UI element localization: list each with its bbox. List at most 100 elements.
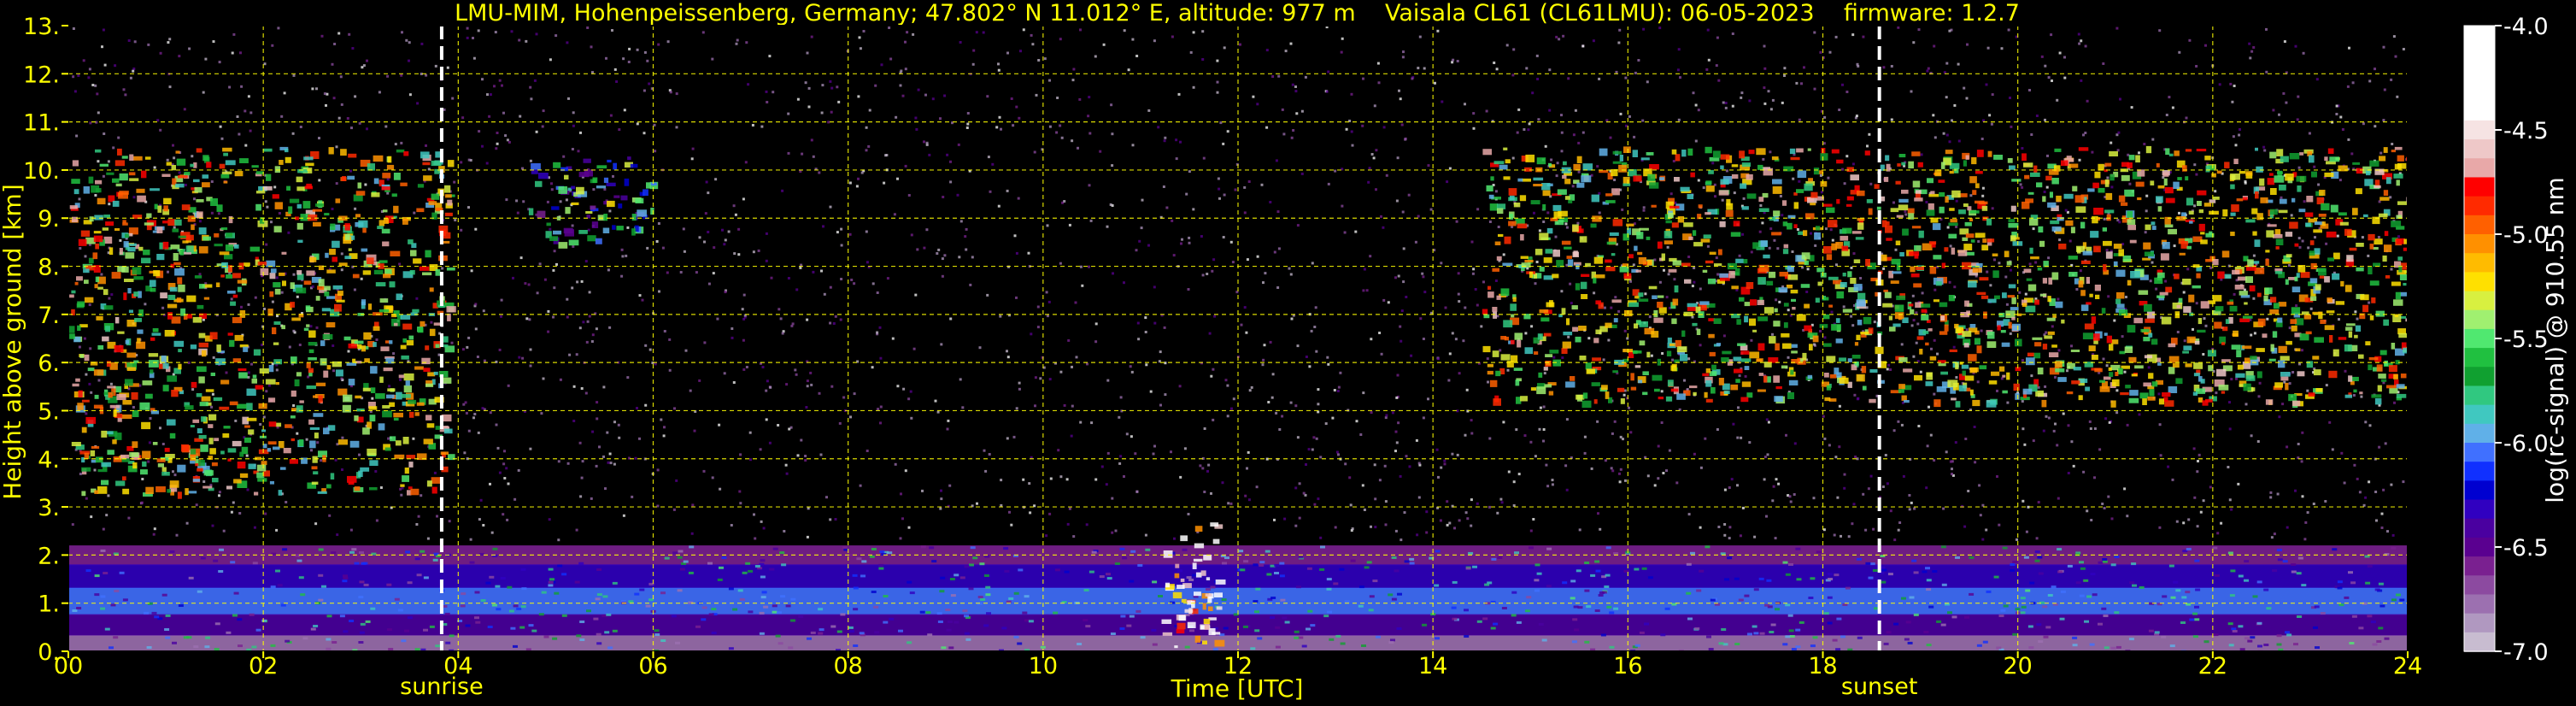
noise-speck — [912, 347, 916, 350]
noise-speck — [89, 347, 92, 350]
noise-speck — [1599, 527, 1602, 531]
feature-speck — [205, 636, 211, 639]
noise-speck — [1355, 420, 1358, 423]
noise-speck — [2178, 50, 2181, 54]
feature-speck — [2213, 633, 2219, 637]
feature-speck — [337, 388, 348, 396]
feature-speck — [528, 624, 534, 627]
noise-speck — [1018, 381, 1021, 385]
noise-speck — [188, 47, 191, 50]
feature-speck — [1174, 573, 1180, 579]
noise-speck — [1850, 266, 1853, 269]
noise-speck — [1434, 81, 1436, 85]
feature-speck — [776, 611, 782, 615]
feature-speck — [2263, 588, 2269, 591]
feature-speck — [2010, 563, 2016, 566]
noise-speck — [132, 196, 136, 199]
noise-speck — [646, 246, 649, 250]
feature-speck — [113, 636, 119, 639]
noise-speck — [96, 92, 99, 96]
feature-speck — [558, 242, 568, 249]
noise-speck — [265, 243, 268, 246]
noise-speck — [500, 315, 502, 318]
feature-speck — [985, 585, 991, 589]
feature-speck — [408, 335, 414, 340]
feature-speck — [986, 612, 991, 615]
feature-speck — [2297, 556, 2303, 560]
noise-speck — [311, 285, 314, 288]
noise-speck — [1529, 529, 1533, 532]
feature-speck — [1940, 623, 1946, 627]
noise-speck — [566, 41, 569, 44]
noise-speck — [636, 48, 639, 51]
noise-speck — [1904, 209, 1907, 213]
noise-speck — [1294, 90, 1298, 93]
noise-speck — [1805, 291, 1809, 293]
feature-speck — [742, 571, 748, 574]
feature-speck — [2092, 593, 2098, 597]
feature-speck — [465, 624, 471, 627]
feature-speck — [1505, 159, 1511, 164]
feature-speck — [126, 367, 137, 371]
noise-speck — [2402, 480, 2405, 484]
feature-speck — [979, 562, 985, 566]
noise-speck — [1243, 211, 1247, 215]
feature-speck — [414, 557, 420, 561]
noise-speck — [1188, 236, 1191, 239]
noise-speck — [2298, 245, 2302, 249]
feature-speck — [296, 203, 302, 209]
noise-speck — [478, 130, 481, 133]
noise-speck — [1000, 127, 1002, 131]
noise-speck — [1991, 207, 1994, 210]
noise-speck — [827, 121, 830, 124]
noise-speck — [85, 373, 88, 376]
noise-speck — [408, 41, 411, 44]
feature-speck — [1835, 648, 1841, 651]
noise-speck — [1385, 414, 1388, 417]
feature-speck — [198, 376, 205, 384]
feature-speck — [413, 258, 422, 264]
noise-speck — [810, 383, 813, 386]
noise-speck — [1294, 85, 1297, 88]
feature-speck — [939, 590, 945, 593]
noise-speck — [1179, 475, 1182, 479]
feature-speck — [604, 631, 610, 634]
noise-speck — [1188, 170, 1191, 174]
noise-speck — [1384, 523, 1388, 527]
noise-speck — [309, 325, 313, 328]
feature-speck — [1538, 372, 1543, 378]
noise-speck — [576, 280, 579, 284]
noise-speck — [628, 47, 631, 50]
noise-speck — [612, 174, 614, 178]
feature-speck — [1240, 568, 1246, 572]
noise-speck — [1604, 459, 1607, 462]
noise-speck — [351, 47, 355, 50]
feature-speck — [2350, 581, 2356, 585]
feature-speck — [1534, 589, 1540, 592]
feature-speck — [495, 585, 501, 588]
feature-speck — [268, 421, 277, 427]
noise-speck — [1275, 159, 1278, 162]
noise-speck — [1446, 523, 1449, 527]
noise-speck — [103, 132, 106, 135]
noise-speck — [1269, 201, 1272, 203]
noise-speck — [1560, 114, 1563, 117]
noise-speck — [481, 78, 484, 81]
feature-speck — [1106, 577, 1112, 580]
noise-speck — [2238, 133, 2241, 137]
feature-speck — [280, 467, 286, 470]
noise-speck — [400, 141, 403, 144]
noise-speck — [1528, 122, 1531, 126]
noise-speck — [278, 212, 281, 215]
noise-speck — [119, 238, 122, 242]
noise-speck — [2235, 377, 2238, 380]
noise-speck — [1829, 228, 1833, 232]
feature-speck — [954, 574, 959, 577]
feature-speck — [489, 575, 495, 579]
feature-speck — [1222, 562, 1227, 565]
feature-speck — [1126, 624, 1132, 627]
feature-speck — [1665, 220, 1672, 224]
feature-speck — [595, 238, 602, 244]
noise-speck — [386, 191, 390, 195]
noise-speck — [2103, 507, 2106, 509]
